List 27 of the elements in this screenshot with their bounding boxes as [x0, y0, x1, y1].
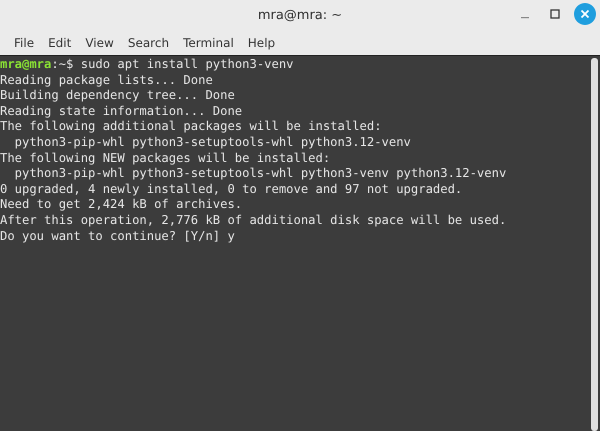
output-line: Need to get 2,424 kB of archives. [0, 197, 242, 212]
menu-item[interactable]: Help [240, 36, 282, 50]
output-line: Reading package lists... Done [0, 72, 213, 87]
terminal-area[interactable] [0, 55, 600, 431]
minimize-icon [521, 17, 529, 19]
prompt-path: :~$ [51, 57, 74, 71]
maximize-icon [550, 9, 560, 19]
output-line: python3-pip-whl python3-setuptools-whl python3-venv python3.12-venv [14, 166, 506, 180]
close-button[interactable] [574, 3, 596, 25]
scrollbar[interactable] [591, 58, 598, 431]
prompt-user-host: mra@mra [0, 57, 52, 71]
command-text: sudo apt install python3-venv [80, 57, 294, 71]
menu-item[interactable]: File [7, 36, 42, 50]
output-line: Building dependency tree... Done [0, 88, 235, 102]
output-line: python3-pip-whl python3-setuptools-whl python3.12-venv [14, 134, 411, 149]
menu-item[interactable]: Search [120, 36, 176, 50]
menu-item[interactable]: View [78, 36, 121, 50]
close-icon [580, 9, 590, 19]
menu-item[interactable]: Edit [41, 36, 78, 50]
menu-item[interactable]: Terminal [176, 36, 241, 50]
output-line: 0 upgraded, 4 newly installed, 0 to remove and 97 not upgraded. [0, 182, 462, 196]
output-line: Do you want to continue? [Y/n] y [0, 228, 235, 243]
output-line: The following additional packages will be installed: [0, 119, 382, 134]
output-line: After this operation, 2,776 kB of additional disk space will be used. [0, 212, 506, 227]
output-line: Reading state information... Done [0, 104, 242, 118]
output-line: The following NEW packages will be installed: [0, 150, 330, 165]
window-title: mra@mra: ~ [258, 8, 342, 22]
